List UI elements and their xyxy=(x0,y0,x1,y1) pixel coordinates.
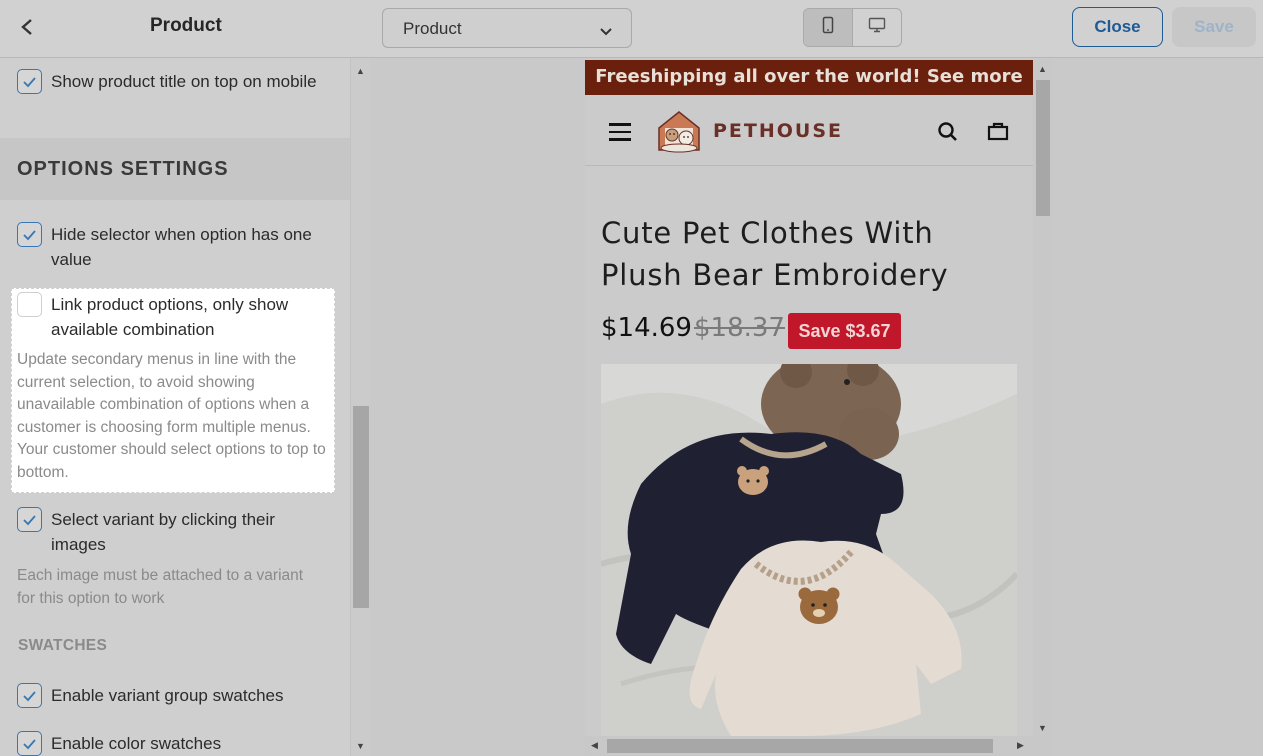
preview-hscroll-thumb[interactable] xyxy=(607,739,993,753)
color-swatches-label: Enable color swatches xyxy=(51,734,222,753)
scroll-up-arrow-icon[interactable]: ▲ xyxy=(1038,64,1047,74)
link-options-checkbox[interactable] xyxy=(17,292,42,317)
save-button[interactable]: Save xyxy=(1172,7,1256,47)
compare-at-price: $18.37 xyxy=(694,313,785,343)
device-toggle xyxy=(803,8,902,47)
select-variant-images-checkbox[interactable] xyxy=(17,507,42,532)
store-header: PETHOUSE xyxy=(585,95,1033,166)
sale-badge: Save $3.67 xyxy=(788,313,901,349)
editor-topbar: Product Product Close Save xyxy=(0,0,1263,58)
product-price: $14.69 xyxy=(601,313,692,343)
preview-scroll-thumb[interactable] xyxy=(1036,80,1050,216)
hide-selector-label: Hide selector when option has one value xyxy=(51,225,312,269)
page-template-select-value: Product xyxy=(403,19,462,38)
checkmark-icon xyxy=(23,690,36,701)
variant-group-swatches-checkbox[interactable] xyxy=(17,683,42,708)
shopping-bag-icon[interactable] xyxy=(987,121,1009,146)
logo-text: PETHOUSE xyxy=(713,120,844,142)
checkmark-icon xyxy=(23,229,36,240)
options-settings-header: OPTIONS SETTINGS xyxy=(0,138,350,200)
store-logo[interactable]: PETHOUSE xyxy=(655,108,843,154)
hide-selector-setting[interactable]: Hide selector when option has one value xyxy=(17,222,331,272)
product-image[interactable] xyxy=(601,364,1017,736)
checkmark-icon xyxy=(23,738,36,749)
checkmark-icon xyxy=(23,514,36,525)
link-options-setting[interactable]: Link product options, only show availabl… xyxy=(17,292,331,342)
variant-group-swatches-setting[interactable]: Enable variant group swatches xyxy=(17,683,350,708)
show-title-mobile-setting[interactable]: Show product title on top on mobile xyxy=(17,69,331,94)
sidebar-scroll-thumb[interactable] xyxy=(353,406,369,608)
settings-sidebar: Show product title on top on mobile OPTI… xyxy=(0,58,350,756)
menu-hamburger-icon[interactable] xyxy=(609,123,631,146)
scroll-right-arrow-icon[interactable]: ▶ xyxy=(1017,740,1024,751)
sidebar-scrollbar[interactable]: ▲ ▼ xyxy=(350,58,370,756)
mobile-phone-icon xyxy=(822,16,834,39)
back-arrow-icon[interactable] xyxy=(14,14,40,40)
preview-horizontal-scrollbar[interactable]: ◀ ▶ xyxy=(585,736,1053,756)
select-variant-images-label: Select variant by clicking their images xyxy=(51,510,275,554)
search-icon[interactable] xyxy=(937,121,959,148)
select-variant-images-setting[interactable]: Select variant by clicking their images xyxy=(17,507,331,557)
select-variant-images-help: Each image must be attached to a variant… xyxy=(17,567,304,607)
hide-selector-checkbox[interactable] xyxy=(17,222,42,247)
show-title-mobile-label: Show product title on top on mobile xyxy=(51,72,317,91)
scroll-up-arrow-icon[interactable]: ▲ xyxy=(356,66,365,76)
swatches-heading: SWATCHES xyxy=(18,637,108,654)
desktop-view-button[interactable] xyxy=(853,9,902,46)
mobile-view-button[interactable] xyxy=(804,9,853,46)
chevron-down-icon xyxy=(599,22,613,42)
page-template-select[interactable]: Product xyxy=(382,8,632,48)
product-title: Cute Pet Clothes With Plush Bear Embroid… xyxy=(601,216,949,292)
checkmark-icon xyxy=(23,76,36,87)
color-swatches-setting[interactable]: Enable color swatches xyxy=(17,731,331,756)
variant-group-swatches-label: Enable variant group swatches xyxy=(51,686,284,705)
scroll-down-arrow-icon[interactable]: ▼ xyxy=(1038,723,1047,733)
pethouse-logo-icon xyxy=(658,111,700,153)
section-title: OPTIONS SETTINGS xyxy=(17,158,229,180)
store-preview: Freeshipping all over the world! See mor… xyxy=(585,60,1033,736)
show-title-mobile-checkbox[interactable] xyxy=(17,69,42,94)
scroll-down-arrow-icon[interactable]: ▼ xyxy=(356,741,365,751)
desktop-monitor-icon xyxy=(868,17,886,38)
color-swatches-checkbox[interactable] xyxy=(17,731,42,756)
page-title: Product xyxy=(150,15,222,36)
scroll-left-arrow-icon[interactable]: ◀ xyxy=(591,740,598,751)
preview-vertical-scrollbar[interactable]: ▲ ▼ xyxy=(1033,60,1053,736)
link-options-label: Link product options, only show availabl… xyxy=(51,295,289,339)
close-button[interactable]: Close xyxy=(1072,7,1163,47)
link-options-help: Update secondary menus in line with the … xyxy=(17,351,326,481)
announcement-bar[interactable]: Freeshipping all over the world! See mor… xyxy=(585,60,1033,95)
